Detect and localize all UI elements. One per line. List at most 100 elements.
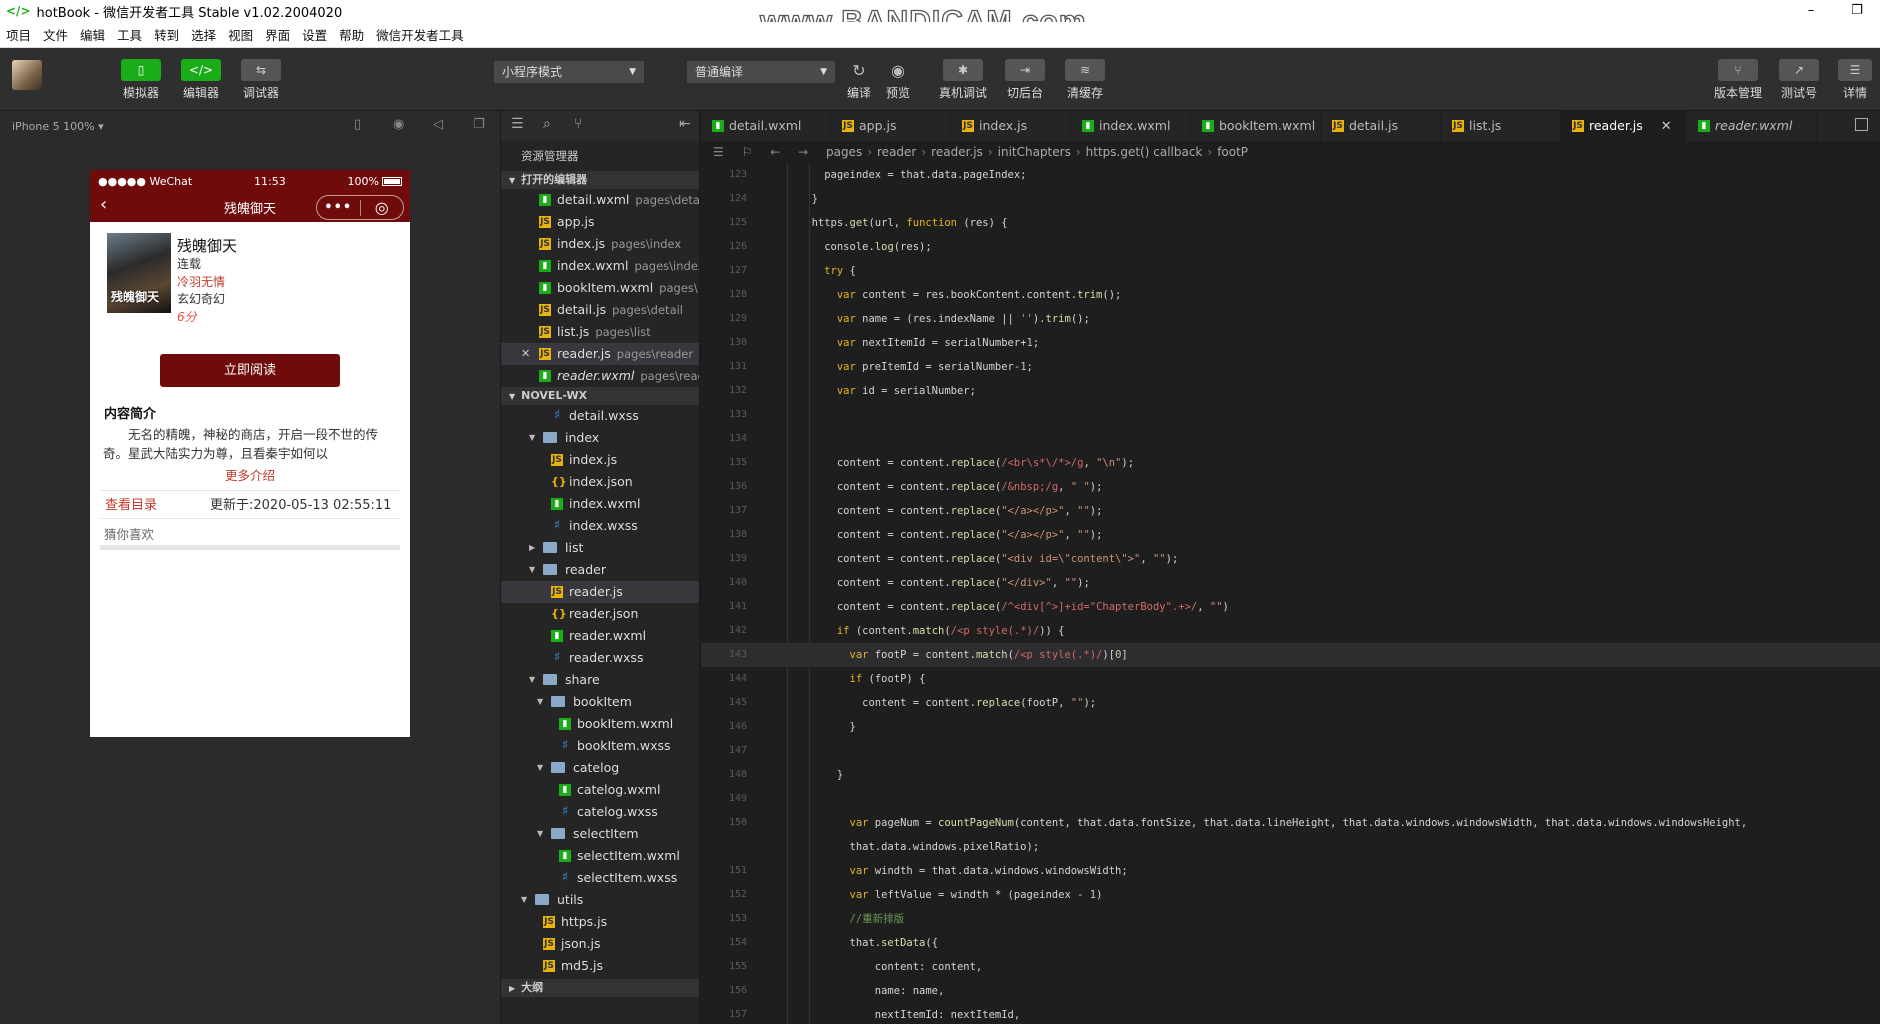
editor-tab[interactable]: ▮ index.wxml: [1071, 111, 1191, 141]
book-author[interactable]: 冷羽无情: [177, 274, 237, 292]
read-now-button[interactable]: 立即阅读: [160, 354, 340, 387]
breadcrumb-item[interactable]: reader: [877, 145, 916, 159]
more-intro-link[interactable]: 更多介绍: [90, 465, 410, 484]
split-editor-icon[interactable]: [1855, 118, 1868, 131]
code-line[interactable]: 152 var leftValue = windth * (pageindex …: [701, 883, 1880, 907]
open-editor-item[interactable]: ✕ JS reader.js pages\reader: [501, 343, 699, 365]
menu-item[interactable]: 工具: [117, 25, 142, 44]
tree-file-item[interactable]: ♯ index.wxss: [501, 515, 699, 537]
tree-file-item[interactable]: JS index.js: [501, 449, 699, 471]
open-editor-item[interactable]: ▮ reader.wxml pages\reader: [501, 365, 699, 387]
code-line[interactable]: 125 https.get(url, function (res) {: [701, 211, 1880, 235]
code-line[interactable]: 157 nextItemId: nextItemId,: [701, 1003, 1880, 1024]
git-icon[interactable]: ⑂: [574, 116, 582, 132]
code-line[interactable]: 150 var pageNum = countPageNum(content, …: [701, 811, 1880, 835]
folder-item[interactable]: ▼ reader: [501, 559, 699, 581]
code-line[interactable]: 144 if (footP) {: [701, 667, 1880, 691]
breadcrumb-item[interactable]: pages: [826, 145, 862, 159]
restore-button[interactable]: ❐: [1834, 0, 1880, 22]
code-line[interactable]: 154 that.setData({: [701, 931, 1880, 955]
code-line[interactable]: 124 }: [701, 187, 1880, 211]
menu-item[interactable]: 设置: [302, 25, 327, 44]
list-icon[interactable]: ☰: [713, 145, 724, 159]
bookmark-icon[interactable]: ⚐: [742, 145, 753, 159]
sound-icon[interactable]: ◁: [433, 117, 443, 132]
open-editors-header[interactable]: ▼ 打开的编辑器: [501, 171, 699, 189]
editor-tab[interactable]: JS reader.js ✕: [1561, 111, 1687, 141]
code-line[interactable]: 133: [701, 403, 1880, 427]
code-line[interactable]: 141 content = content.replace(/^<div[^>]…: [701, 595, 1880, 619]
forward-icon[interactable]: →: [798, 145, 808, 159]
preview-button[interactable]: ◉ 预览: [878, 59, 918, 101]
tree-file-item[interactable]: ▮ index.wxml: [501, 493, 699, 515]
code-line[interactable]: 145 content = content.replace(footP, "")…: [701, 691, 1880, 715]
code-line[interactable]: 155 content: content,: [701, 955, 1880, 979]
more-icon[interactable]: •••: [317, 200, 360, 215]
tree-file-item[interactable]: ♯ reader.wxss: [501, 647, 699, 669]
debugger-button[interactable]: ⇆ 调试器: [241, 59, 281, 101]
avatar[interactable]: [12, 60, 42, 90]
remote-debug-button[interactable]: ✱ 真机调试: [939, 59, 987, 101]
menu-item[interactable]: 微信开发者工具: [376, 25, 464, 44]
folder-item[interactable]: ▼ index: [501, 427, 699, 449]
code-line[interactable]: 135 content = content.replace(/<br\s*\/*…: [701, 451, 1880, 475]
code-line[interactable]: 149: [701, 787, 1880, 811]
tree-file-item[interactable]: ▮ bookItem.wxml: [501, 713, 699, 735]
version-button[interactable]: ⑂ 版本管理: [1714, 59, 1762, 101]
editor-button[interactable]: </> 编辑器: [181, 59, 221, 101]
open-editor-item[interactable]: JS detail.js pages\detail: [501, 299, 699, 321]
tree-file-item[interactable]: ♯ catelog.wxss: [501, 801, 699, 823]
folder-item[interactable]: ▼ selectItem: [501, 823, 699, 845]
open-editor-item[interactable]: ▮ index.wxml pages\index: [501, 255, 699, 277]
close-tab-icon[interactable]: ✕: [1661, 119, 1672, 134]
minimize-button[interactable]: –: [1788, 0, 1834, 22]
tree-file-item[interactable]: ▮ catelog.wxml: [501, 779, 699, 801]
code-line[interactable]: 127 try {: [701, 259, 1880, 283]
open-editor-item[interactable]: ▮ detail.wxml pages\detail: [501, 189, 699, 211]
code-line[interactable]: 123 pageindex = that.data.pageIndex;: [701, 163, 1880, 187]
device-select[interactable]: iPhone 5 100% ▾: [12, 120, 104, 133]
tree-file-item[interactable]: JS json.js: [501, 933, 699, 955]
tree-file-item[interactable]: ▮ reader.wxml: [501, 625, 699, 647]
project-header[interactable]: ▼ NOVEL-WX: [501, 387, 699, 405]
test-account-button[interactable]: ↗ 测试号: [1779, 59, 1819, 101]
search-icon[interactable]: ⌕: [543, 116, 551, 132]
code-line[interactable]: 128 var content = res.bookContent.conten…: [701, 283, 1880, 307]
code-line[interactable]: 126 console.log(res);: [701, 235, 1880, 259]
code-line[interactable]: 132 var id = serialNumber;: [701, 379, 1880, 403]
open-editor-item[interactable]: JS app.js: [501, 211, 699, 233]
code-line[interactable]: 136 content = content.replace(/&nbsp;/g,…: [701, 475, 1880, 499]
tree-file-item[interactable]: JS reader.js: [501, 581, 699, 603]
editor-tab[interactable]: JS detail.js: [1321, 111, 1441, 141]
breadcrumb-item[interactable]: footP: [1217, 145, 1248, 159]
menu-item[interactable]: 项目: [6, 25, 31, 44]
tree-file-item[interactable]: ♯ selectItem.wxss: [501, 867, 699, 889]
background-button[interactable]: ⇥ 切后台: [1005, 59, 1045, 101]
tree-file-item[interactable]: {} index.json: [501, 471, 699, 493]
tree-file-item[interactable]: ♯ detail.wxss: [501, 405, 699, 427]
files-icon[interactable]: ☰: [511, 116, 524, 132]
code-line[interactable]: 130 var nextItemId = serialNumber+1;: [701, 331, 1880, 355]
mode-select[interactable]: 小程序模式 ▼: [494, 61, 644, 83]
open-editor-item[interactable]: ▮ bookItem.wxml pages\...: [501, 277, 699, 299]
code-line[interactable]: 147: [701, 739, 1880, 763]
menu-item[interactable]: 界面: [265, 25, 290, 44]
folder-item[interactable]: ▼ bookItem: [501, 691, 699, 713]
editor-tab[interactable]: JS list.js: [1441, 111, 1561, 141]
tree-file-item[interactable]: {} reader.json: [501, 603, 699, 625]
breadcrumb-item[interactable]: reader.js: [931, 145, 983, 159]
phone-icon[interactable]: ▯: [354, 117, 361, 132]
code-line[interactable]: 153 //重新排版: [701, 907, 1880, 931]
code-line[interactable]: 129 var name = (res.indexName || '').tri…: [701, 307, 1880, 331]
record-icon[interactable]: ◉: [393, 117, 404, 132]
code-line[interactable]: 148 }: [701, 763, 1880, 787]
menu-item[interactable]: 编辑: [80, 25, 105, 44]
outline-header[interactable]: ▶ 大纲: [501, 979, 699, 997]
code-line[interactable]: 142 if (content.match(/<p style(.*)/)) {: [701, 619, 1880, 643]
code-line[interactable]: that.data.windows.pixelRatio);: [701, 835, 1880, 859]
breadcrumb-item[interactable]: https.get() callback: [1086, 145, 1203, 159]
menu-item[interactable]: 帮助: [339, 25, 364, 44]
code-line[interactable]: 137 content = content.replace("</a></p>"…: [701, 499, 1880, 523]
editor-tab[interactable]: JS index.js: [951, 111, 1071, 141]
clear-cache-button[interactable]: ≋ 清缓存: [1065, 59, 1105, 101]
